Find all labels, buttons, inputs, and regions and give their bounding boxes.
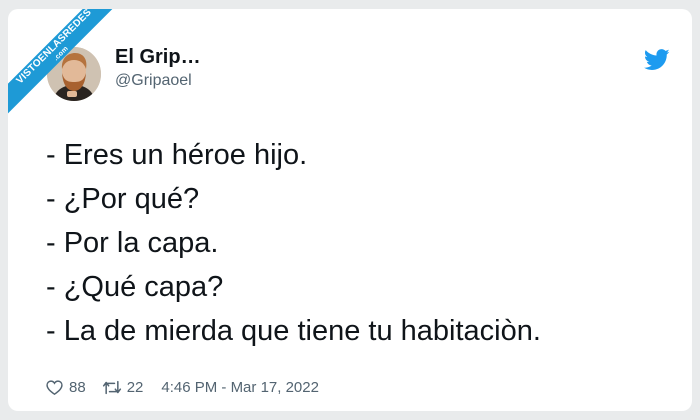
retweet-button[interactable]: 22 [102, 379, 144, 396]
tweet-text: - Eres un héroe hijo. - ¿Por qué? - Por … [46, 133, 676, 353]
tweet-line: - ¿Por qué? [46, 183, 200, 215]
tweet-line: - Eres un héroe hijo. [46, 139, 308, 171]
retweet-icon [102, 380, 121, 395]
tweet-line: - ¿Qué capa? [46, 271, 224, 303]
heart-icon [46, 380, 63, 395]
tweet-footer: 88 22 4:46 PM - Mar 17, 2022 [46, 379, 319, 396]
watermark-brand: VISTOENLASREDES [14, 9, 94, 87]
watermark-sub: .com [52, 45, 70, 63]
tweet-line: - La de mierda que tiene tu habitaciòn. [46, 315, 541, 347]
like-button[interactable]: 88 [46, 379, 86, 396]
author-name[interactable]: El Grip… [115, 46, 201, 69]
tweet-timestamp[interactable]: 4:46 PM - Mar 17, 2022 [161, 379, 319, 396]
twitter-bird-icon[interactable] [644, 49, 670, 71]
retweet-count: 22 [126, 379, 144, 396]
author-handle[interactable]: @Gripaoel [115, 72, 192, 90]
tweet-line: - Por la capa. [46, 227, 219, 259]
like-count: 88 [69, 379, 86, 396]
watermark-ribbon: VISTOENLASREDES .com [8, 9, 118, 119]
tweet-card: VISTOENLASREDES .com El Grip… @Gripaoel … [8, 9, 692, 411]
watermark-band: VISTOENLASREDES .com [8, 9, 118, 119]
